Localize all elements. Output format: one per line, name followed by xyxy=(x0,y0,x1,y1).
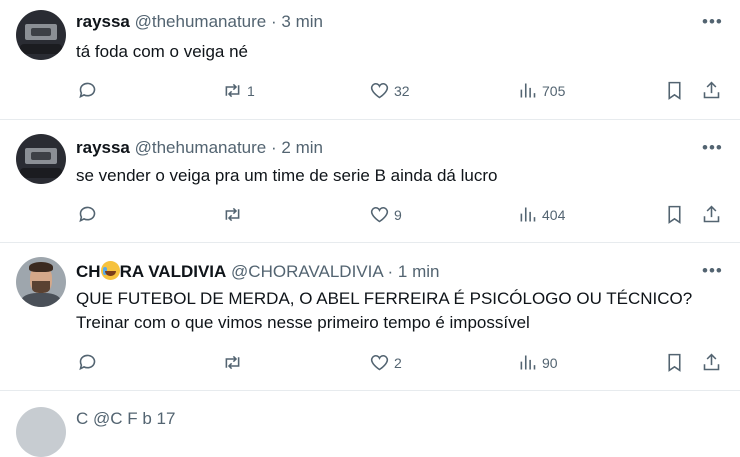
reply-button[interactable] xyxy=(77,204,102,225)
tweet-2[interactable]: rayssa @thehumanature · 2 min ••• se ven… xyxy=(0,120,740,243)
share-icon xyxy=(703,205,720,223)
views-icon xyxy=(520,355,536,370)
tweet-4-partial[interactable]: C @C F b 17 xyxy=(0,391,740,457)
display-name[interactable]: CH RA VALDIVIA xyxy=(76,261,227,281)
avatar[interactable] xyxy=(16,134,66,184)
retweet-icon xyxy=(225,207,240,222)
tweet-text-line-1: QUE FUTEBOL DE MERDA, O ABEL FERREIRA É … xyxy=(76,289,693,308)
share-icon xyxy=(703,81,720,99)
tweet-header: rayssa @thehumanature · 3 min xyxy=(76,12,323,32)
action-bar: 2 90 xyxy=(0,352,740,376)
tweet-text: QUE FUTEBOL DE MERDA, O ABEL FERREIRA É … xyxy=(76,287,692,335)
bookmark-button[interactable] xyxy=(664,80,685,101)
tweet-text: tá foda com o veiga né xyxy=(76,42,249,61)
more-icon[interactable]: ••• xyxy=(702,12,723,32)
share-button[interactable] xyxy=(701,352,722,373)
retweet-button[interactable]: 1 xyxy=(222,80,255,101)
tweet-text: se vender o veiga pra um time de serie B… xyxy=(76,166,498,185)
reply-icon xyxy=(79,206,96,223)
like-icon xyxy=(370,206,389,223)
tweet-3[interactable]: CH RA VALDIVIA @CHORAVALDIVIA · 1 min •••… xyxy=(0,243,740,391)
tweet-text-line-2: Treinar com o que vimos nesse primeiro t… xyxy=(76,313,530,332)
bookmark-icon xyxy=(668,205,681,224)
tweet-header: rayssa @thehumanature · 2 min xyxy=(76,138,323,158)
share-button[interactable] xyxy=(701,204,722,225)
display-name-part1: CH xyxy=(76,262,101,281)
display-name[interactable]: rayssa xyxy=(76,12,130,31)
retweet-count: 1 xyxy=(247,82,255,99)
views-icon xyxy=(520,207,536,222)
like-count: 9 xyxy=(394,206,402,223)
separator: · xyxy=(270,12,277,31)
like-count: 32 xyxy=(394,82,410,99)
views-count: 404 xyxy=(542,206,566,223)
tweet-header: CH RA VALDIVIA @CHORAVALDIVIA · 1 min xyxy=(76,261,439,282)
retweet-icon xyxy=(225,83,240,98)
reply-icon xyxy=(79,82,96,99)
like-icon xyxy=(370,82,389,99)
bookmark-button[interactable] xyxy=(664,352,685,373)
timestamp[interactable]: 3 min xyxy=(281,12,323,31)
avatar[interactable] xyxy=(16,407,66,457)
like-button[interactable]: 2 xyxy=(369,352,402,373)
handle[interactable]: @CHORAVALDIVIA xyxy=(231,262,383,281)
reply-button[interactable] xyxy=(77,352,102,373)
like-icon xyxy=(370,354,389,371)
bookmark-button[interactable] xyxy=(664,204,685,225)
like-button[interactable]: 9 xyxy=(369,204,402,225)
avatar[interactable] xyxy=(16,10,66,60)
bookmark-icon xyxy=(668,353,681,372)
crying-emoji-icon xyxy=(100,261,120,280)
share-icon xyxy=(703,353,720,371)
retweet-button[interactable] xyxy=(222,352,247,373)
action-bar: 9 404 xyxy=(0,204,740,228)
separator: · xyxy=(270,138,277,157)
share-button[interactable] xyxy=(701,80,722,101)
views-count: 705 xyxy=(542,82,566,99)
like-button[interactable]: 32 xyxy=(369,80,410,101)
views-icon xyxy=(520,83,536,98)
views-button[interactable]: 404 xyxy=(517,204,565,225)
like-count: 2 xyxy=(394,354,402,371)
retweet-button[interactable] xyxy=(222,204,247,225)
display-name[interactable]: rayssa xyxy=(76,138,130,157)
more-icon[interactable]: ••• xyxy=(702,138,723,158)
display-name-part2: RA VALDIVIA xyxy=(119,262,227,281)
timestamp[interactable]: 2 min xyxy=(281,138,323,157)
separator: · xyxy=(387,262,394,281)
tweet-1[interactable]: rayssa @thehumanature · 3 min ••• tá fod… xyxy=(0,0,740,120)
handle[interactable]: @thehumanature xyxy=(135,12,267,31)
action-bar: 1 32 705 xyxy=(0,80,740,104)
timestamp[interactable]: 1 min xyxy=(398,262,440,281)
views-button[interactable]: 90 xyxy=(517,352,558,373)
avatar[interactable] xyxy=(16,257,66,307)
more-icon[interactable]: ••• xyxy=(702,261,723,281)
handle[interactable]: @thehumanature xyxy=(135,138,267,157)
reply-icon xyxy=(79,354,96,371)
views-button[interactable]: 705 xyxy=(517,80,565,101)
retweet-icon xyxy=(225,355,240,370)
views-count: 90 xyxy=(542,354,558,371)
bookmark-icon xyxy=(668,81,681,100)
reply-button[interactable] xyxy=(77,80,102,101)
tweet-header: C @C F b 17 xyxy=(76,409,176,428)
